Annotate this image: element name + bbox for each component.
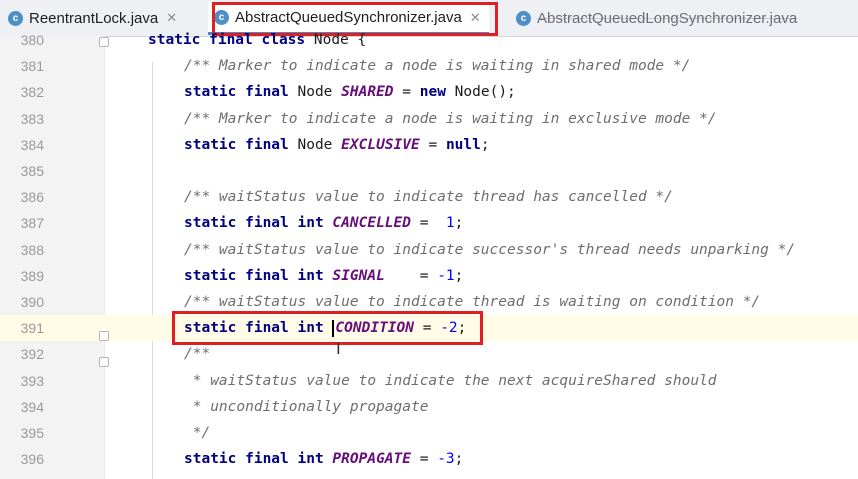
condition-line-highlight-box (172, 311, 483, 345)
code-text: */ (184, 420, 210, 446)
code-line[interactable]: 382 static final Node SHARED = new Node()… (0, 79, 858, 105)
fold-marker-icon[interactable] (99, 37, 109, 47)
line-number: 393 (20, 372, 44, 389)
code-line[interactable]: 383 /** Marker to indicate a node is wait… (0, 106, 858, 132)
code-token: -3 (437, 451, 455, 468)
code-token: static final (184, 84, 289, 101)
code-token: */ (184, 425, 211, 441)
code-text: static final class Node { (148, 27, 366, 53)
code-token: PROPAGATE (332, 451, 411, 468)
code-token: ; (454, 451, 464, 468)
class-icon: c (8, 10, 23, 26)
code-token: new (419, 84, 446, 101)
code-text: * unconditionally propagate (184, 394, 429, 420)
code-line[interactable]: 393 * waitStatus value to indicate the n… (0, 368, 858, 394)
code-token: * waitStatus value to indicate the next … (184, 372, 717, 389)
line-number: 395 (20, 425, 44, 441)
code-token: * unconditionally propagate (184, 398, 429, 415)
line-number: 383 (20, 110, 44, 127)
code-text: /** Marker to indicate a node is waiting… (184, 53, 690, 79)
code-text: * waitStatus value to indicate the next … (184, 368, 717, 394)
code-text: /** (184, 341, 210, 367)
code-token: EXCLUSIVE (341, 136, 420, 153)
code-token: static final int (184, 451, 324, 468)
code-token: = (411, 215, 446, 232)
code-token: CANCELLED (332, 215, 411, 232)
code-text: static final Node EXCLUSIVE = null; (184, 132, 490, 158)
line-number: 384 (20, 136, 44, 153)
code-token: static final (184, 136, 289, 153)
class-icon: c (516, 10, 531, 26)
code-line[interactable]: 387 static final int CANCELLED = 1; (0, 210, 858, 236)
code-token: Node (288, 84, 342, 101)
code-token: = (393, 84, 420, 101)
line-number: 385 (20, 163, 44, 179)
code-token: /** waitStatus value to indicate success… (184, 241, 796, 258)
line-number: 394 (20, 398, 44, 415)
code-token: /** waitStatus value to indicate thread … (184, 189, 673, 206)
line-number: 381 (20, 58, 44, 75)
code-line[interactable]: 385 (0, 158, 858, 184)
line-number: 380 (20, 32, 44, 48)
code-token: ; (480, 136, 490, 153)
code-token: Node(); (445, 84, 516, 101)
code-token: null (445, 136, 481, 153)
line-number: 388 (20, 241, 44, 258)
code-text: static final int CANCELLED = 1; (184, 210, 463, 236)
fold-marker-icon[interactable] (99, 331, 109, 342)
code-line[interactable]: 394 * unconditionally propagate (0, 394, 858, 420)
text-cursor-icon: I (336, 339, 341, 358)
code-token: 1 (445, 215, 455, 232)
line-number: 389 (20, 267, 44, 284)
code-token: = (419, 136, 446, 153)
code-token: ; (454, 267, 464, 284)
code-line[interactable]: 388 /** waitStatus value to indicate succ… (0, 237, 858, 263)
code-token: Node { (305, 32, 367, 48)
line-number: 382 (20, 84, 44, 101)
code-text: static final Node SHARED = new Node(); (184, 79, 516, 105)
line-number: 391 (20, 320, 44, 337)
code-line[interactable]: 396 static final int PROPAGATE = -3; (0, 446, 858, 472)
code-line[interactable]: 395 */ (0, 420, 858, 446)
tab-label: AbstractQueuedLongSynchronizer.java (537, 9, 798, 27)
code-token: ; (454, 215, 464, 232)
code-editor[interactable]: 380 static final class Node { 381 /** Marke… (0, 32, 858, 479)
code-text: /** waitStatus value to indicate success… (184, 237, 795, 263)
code-token: static final int (184, 267, 324, 284)
line-number: 387 (20, 215, 44, 232)
code-token: = (411, 451, 438, 468)
code-text: static final int PROPAGATE = -3; (184, 446, 463, 472)
code-token: /** Marker to indicate a node is waiting… (184, 58, 691, 75)
code-text: /** waitStatus value to indicate thread … (184, 184, 673, 210)
code-text: static final int SIGNAL = -1; (184, 263, 463, 289)
code-token: -1 (437, 267, 455, 284)
fold-marker-icon[interactable] (99, 357, 109, 368)
line-number: 390 (20, 294, 44, 310)
line-number: 396 (20, 451, 44, 468)
line-number: 392 (20, 346, 44, 363)
code-token: static final int (184, 215, 324, 232)
code-line[interactable]: 380 static final class Node { (0, 27, 858, 53)
code-line[interactable]: 386 /** waitStatus value to indicate thre… (0, 184, 858, 210)
code-line[interactable]: 389 static final int SIGNAL = -1; (0, 263, 858, 289)
code-token: /** (184, 346, 211, 363)
code-token: /** Marker to indicate a node is waiting… (184, 110, 717, 127)
code-token: = (384, 267, 438, 284)
code-token: static final class (148, 32, 306, 48)
code-token: SHARED (341, 84, 394, 101)
code-token: SIGNAL (332, 267, 385, 284)
code-line[interactable]: 381 /** Marker to indicate a node is wait… (0, 53, 858, 79)
code-text: /** Marker to indicate a node is waiting… (184, 106, 717, 132)
line-number: 386 (20, 189, 44, 206)
tab-label: ReentrantLock.java (29, 9, 159, 27)
code-line[interactable]: 384 static final Node EXCLUSIVE = null; (0, 132, 858, 158)
code-token: /** waitStatus value to indicate thread … (184, 294, 761, 310)
close-icon[interactable]: ✕ (166, 10, 177, 26)
code-line[interactable]: 392 /** (0, 341, 858, 367)
code-token: Node (288, 136, 342, 153)
